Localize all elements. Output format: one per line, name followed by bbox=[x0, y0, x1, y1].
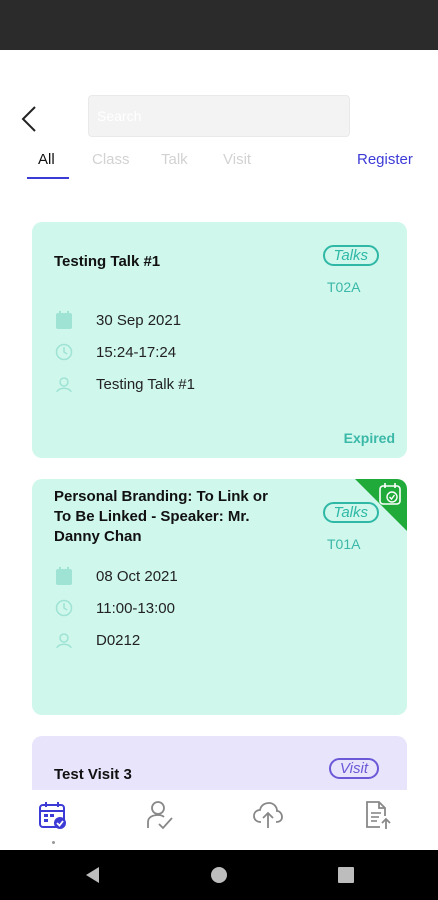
system-recents-button[interactable] bbox=[336, 865, 356, 885]
registered-badge bbox=[355, 479, 407, 531]
nav-attendance[interactable] bbox=[143, 798, 177, 832]
nav-indicator-dot bbox=[52, 841, 55, 844]
header: All Class Talk Visit Register bbox=[0, 50, 438, 180]
user-check-icon bbox=[147, 801, 173, 830]
calendar-check-icon bbox=[39, 802, 66, 829]
calendar-icon bbox=[54, 310, 74, 330]
triangle-back-icon bbox=[86, 867, 99, 883]
active-tab-indicator bbox=[27, 177, 69, 179]
event-date: 08 Oct 2021 bbox=[96, 568, 178, 585]
calendar-icon bbox=[54, 566, 74, 586]
event-card[interactable]: Personal Branding: To Link or To Be Link… bbox=[32, 479, 407, 715]
event-location: Testing Talk #1 bbox=[96, 376, 195, 393]
event-code: T01A bbox=[327, 536, 361, 552]
event-card[interactable]: Testing Talk #1 Talks T02A 30 Sep 2021 1… bbox=[32, 222, 407, 458]
tab-visit[interactable]: Visit bbox=[223, 151, 251, 168]
nav-upload[interactable] bbox=[251, 798, 285, 832]
tab-class[interactable]: Class bbox=[92, 151, 130, 168]
clock-icon bbox=[54, 342, 74, 362]
system-nav-bar bbox=[0, 850, 438, 900]
event-list: Testing Talk #1 Talks T02A 30 Sep 2021 1… bbox=[0, 180, 438, 790]
event-type-badge: Talks bbox=[322, 245, 379, 266]
event-time: 15:24-17:24 bbox=[96, 344, 177, 361]
event-type-badge: Visit bbox=[328, 758, 379, 779]
event-date: 30 Sep 2021 bbox=[96, 312, 182, 329]
register-link[interactable]: Register bbox=[357, 151, 413, 168]
event-location: D0212 bbox=[96, 632, 141, 649]
circle-home-icon bbox=[211, 867, 227, 883]
square-recents-icon bbox=[338, 867, 354, 883]
location-pin-icon bbox=[54, 630, 74, 650]
location-pin-icon bbox=[54, 374, 74, 394]
event-card[interactable]: Test Visit 3 Visit bbox=[32, 736, 407, 790]
document-upload-icon bbox=[366, 801, 391, 829]
status-badge: Expired bbox=[343, 430, 395, 446]
back-button[interactable] bbox=[12, 102, 46, 136]
event-title: Personal Branding: To Link or To Be Link… bbox=[54, 488, 268, 545]
nav-calendar[interactable] bbox=[36, 798, 70, 832]
event-title: Testing Talk #1 bbox=[54, 253, 161, 270]
bottom-nav bbox=[0, 790, 438, 850]
system-back-button[interactable] bbox=[82, 865, 102, 885]
cloud-upload-icon bbox=[253, 802, 283, 828]
search-input[interactable] bbox=[89, 96, 349, 136]
clock-icon bbox=[54, 598, 74, 618]
event-title: Test Visit 3 bbox=[54, 766, 132, 783]
search-box bbox=[88, 95, 350, 137]
nav-documents[interactable] bbox=[360, 798, 394, 832]
chevron-left-icon bbox=[21, 106, 36, 132]
status-bar bbox=[0, 0, 438, 50]
event-time: 11:00-13:00 bbox=[96, 600, 175, 617]
system-home-button[interactable] bbox=[209, 865, 229, 885]
tab-talk[interactable]: Talk bbox=[161, 151, 188, 168]
tab-all[interactable]: All bbox=[38, 151, 55, 168]
event-code: T02A bbox=[327, 279, 361, 295]
